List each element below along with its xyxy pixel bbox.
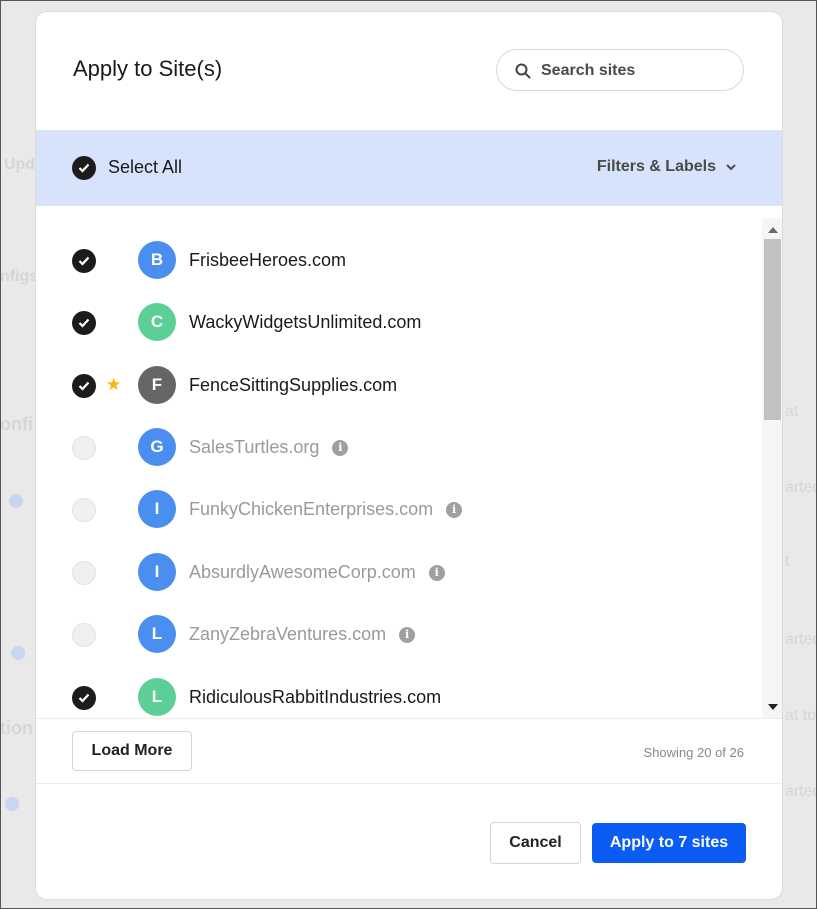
select-all-label[interactable]: Select All <box>108 157 182 178</box>
site-row[interactable]: ★ F FenceSittingSupplies.com <box>36 355 762 417</box>
site-checkbox[interactable] <box>72 686 96 710</box>
site-avatar: B <box>138 241 176 279</box>
info-icon[interactable]: i <box>399 626 416 643</box>
star-icon: ★ <box>106 375 122 394</box>
search-icon <box>515 63 531 79</box>
site-avatar: C <box>138 303 176 341</box>
search-box[interactable] <box>496 49 744 91</box>
apply-to-sites-modal: Apply to Site(s) Select All Filters & La… <box>35 11 783 900</box>
site-avatar: I <box>138 490 176 528</box>
select-all-bar: Select All Filters & Labels <box>36 130 782 206</box>
filters-labels-dropdown[interactable]: Filters & Labels <box>597 158 736 176</box>
site-name-wrap: ZanyZebraVentures.com i <box>189 624 416 645</box>
checkmark-icon <box>78 693 90 703</box>
site-name-wrap: AbsurdlyAwesomeCorp.com i <box>189 562 445 583</box>
bg-check-icon <box>5 797 19 811</box>
bg-text: at to <box>785 707 817 724</box>
divider <box>36 783 782 784</box>
site-name-wrap: FunkyChickenEnterprises.com i <box>189 499 463 520</box>
site-name: WackyWidgetsUnlimited.com <box>189 312 422 332</box>
site-name: AbsurdlyAwesomeCorp.com <box>189 562 416 582</box>
info-icon[interactable]: i <box>446 501 463 518</box>
site-checkbox[interactable] <box>72 374 96 398</box>
site-row: I FunkyChickenEnterprises.com i <box>36 479 762 541</box>
checkmark-icon <box>78 381 90 391</box>
site-row[interactable]: L RidiculousRabbitIndustries.com <box>36 667 762 718</box>
modal-title: Apply to Site(s) <box>73 56 223 81</box>
site-name-wrap: WackyWidgetsUnlimited.com <box>189 312 421 333</box>
bg-text: arted <box>785 479 817 496</box>
load-more-button[interactable]: Load More <box>72 731 192 771</box>
site-name: FunkyChickenEnterprises.com <box>189 499 434 519</box>
info-icon[interactable]: i <box>428 564 445 581</box>
chevron-down-icon <box>726 163 736 170</box>
search-input[interactable] <box>539 58 733 84</box>
bg-check-icon <box>11 646 25 660</box>
bg-text: arted <box>785 631 817 648</box>
showing-count: Showing 20 of 26 <box>643 745 744 760</box>
scrollbar[interactable] <box>762 218 782 718</box>
scroll-up-arrow-icon[interactable] <box>768 227 778 233</box>
site-avatar: L <box>138 678 176 716</box>
site-checkbox <box>72 561 96 585</box>
select-all-checkbox[interactable] <box>72 156 96 180</box>
site-list: B FrisbeeHeroes.com C WackyWidgetsUnlimited… <box>36 218 762 718</box>
bg-text: at <box>785 403 799 420</box>
site-checkbox[interactable] <box>72 249 96 273</box>
site-checkbox <box>72 498 96 522</box>
scroll-down-arrow-icon[interactable] <box>768 704 778 710</box>
site-row: L ZanyZebraVentures.com i <box>36 604 762 666</box>
site-row: I AbsurdlyAwesomeCorp.com i <box>36 542 762 604</box>
bg-text: nfigs <box>0 268 39 285</box>
site-checkbox <box>72 623 96 647</box>
divider <box>36 718 782 719</box>
site-name-wrap: RidiculousRabbitIndustries.com <box>189 687 441 708</box>
bg-text: tion <box>0 718 33 738</box>
site-name-wrap: FrisbeeHeroes.com <box>189 250 346 271</box>
site-avatar: F <box>138 366 176 404</box>
site-avatar: G <box>138 428 176 466</box>
bg-text: arted <box>785 783 817 800</box>
site-row[interactable]: B FrisbeeHeroes.com <box>36 230 762 292</box>
apply-button[interactable]: Apply to 7 sites <box>592 823 746 863</box>
checkmark-icon <box>78 163 90 173</box>
site-avatar: I <box>138 553 176 591</box>
scrollbar-thumb[interactable] <box>764 239 781 420</box>
site-name: ZanyZebraVentures.com <box>189 624 387 644</box>
filters-labels-label: Filters & Labels <box>596 158 716 175</box>
site-name: FrisbeeHeroes.com <box>189 250 347 270</box>
info-icon[interactable]: i <box>332 439 349 456</box>
bg-text: t <box>785 553 790 570</box>
site-avatar: L <box>138 615 176 653</box>
checkmark-icon <box>78 256 90 266</box>
bg-check-icon <box>9 494 23 508</box>
bg-text: Upd <box>4 156 36 173</box>
site-name: RidiculousRabbitIndustries.com <box>189 687 442 707</box>
site-row[interactable]: C WackyWidgetsUnlimited.com <box>36 292 762 354</box>
site-checkbox <box>72 436 96 460</box>
bg-text: onfi <box>0 414 33 434</box>
checkmark-icon <box>78 318 90 328</box>
site-name: FenceSittingSupplies.com <box>189 375 398 395</box>
cancel-button[interactable]: Cancel <box>490 822 581 864</box>
site-row: G SalesTurtles.org i <box>36 417 762 479</box>
site-name: SalesTurtles.org <box>189 437 320 457</box>
site-name-wrap: SalesTurtles.org i <box>189 437 349 458</box>
site-name-wrap: FenceSittingSupplies.com <box>189 375 397 396</box>
site-checkbox[interactable] <box>72 311 96 335</box>
